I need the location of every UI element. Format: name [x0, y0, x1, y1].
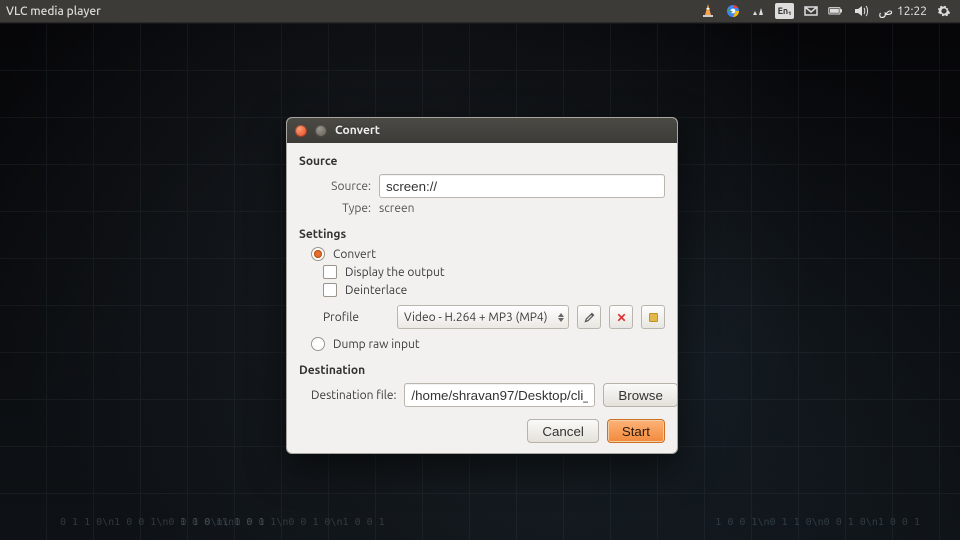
app-title: VLC media player — [0, 5, 101, 18]
clock[interactable]: ص 12:22 — [878, 4, 927, 18]
source-input[interactable] — [379, 174, 665, 198]
browse-button[interactable]: Browse — [603, 383, 677, 407]
dump-raw-label: Dump raw input — [333, 338, 420, 351]
vlc-tray-icon[interactable] — [700, 3, 716, 19]
dialog-title: Convert — [335, 124, 380, 137]
profile-select-value: Video - H.264 + MP3 (MP4) — [404, 311, 548, 324]
deinterlace-checkbox[interactable] — [323, 283, 337, 297]
destination-label: Destination file: — [311, 389, 396, 402]
minimize-icon[interactable] — [315, 125, 327, 137]
convert-dialog: Convert Source Source: Type: screen Sett… — [286, 117, 678, 454]
system-tray: En₁ ص 12:22 — [700, 3, 960, 19]
dump-raw-radio[interactable] — [311, 337, 325, 351]
type-label: Type: — [311, 202, 371, 215]
type-value: screen — [379, 202, 414, 215]
system-panel: VLC media player En₁ ص 12:22 — [0, 0, 960, 22]
clock-ampm: ص — [878, 4, 893, 18]
new-profile-button[interactable] — [641, 305, 665, 329]
deinterlace-label: Deinterlace — [345, 284, 407, 297]
dialog-titlebar[interactable]: Convert — [287, 118, 677, 143]
keyboard-layout-icon[interactable]: En₁ — [775, 3, 795, 19]
clock-time: 12:22 — [897, 5, 927, 18]
convert-radio[interactable] — [311, 247, 325, 261]
delete-profile-button[interactable] — [609, 305, 633, 329]
profile-select[interactable]: Video - H.264 + MP3 (MP4) — [397, 305, 569, 329]
destination-input[interactable] — [404, 383, 595, 407]
chevron-up-down-icon — [558, 313, 564, 322]
source-heading: Source — [299, 155, 665, 168]
cancel-button[interactable]: Cancel — [527, 419, 599, 443]
network-tray-icon[interactable] — [750, 3, 766, 19]
close-icon[interactable] — [295, 125, 307, 137]
display-output-label: Display the output — [345, 266, 445, 279]
mail-tray-icon[interactable] — [803, 3, 819, 19]
destination-heading: Destination — [299, 364, 665, 377]
display-output-checkbox[interactable] — [323, 265, 337, 279]
chrome-tray-icon[interactable] — [725, 3, 741, 19]
sound-tray-icon[interactable] — [853, 3, 869, 19]
start-button[interactable]: Start — [607, 419, 665, 443]
settings-heading: Settings — [299, 228, 665, 241]
gear-icon[interactable] — [936, 3, 952, 19]
profile-label: Profile — [323, 311, 389, 324]
convert-radio-label: Convert — [333, 248, 376, 261]
battery-tray-icon[interactable] — [828, 3, 844, 19]
source-label: Source: — [311, 180, 371, 193]
edit-profile-button[interactable] — [577, 305, 601, 329]
desktop-background: 0 1 1 0\n1 0 0 1\n0 0 1 0\n1 0 0 1 1 0 0… — [0, 22, 960, 540]
